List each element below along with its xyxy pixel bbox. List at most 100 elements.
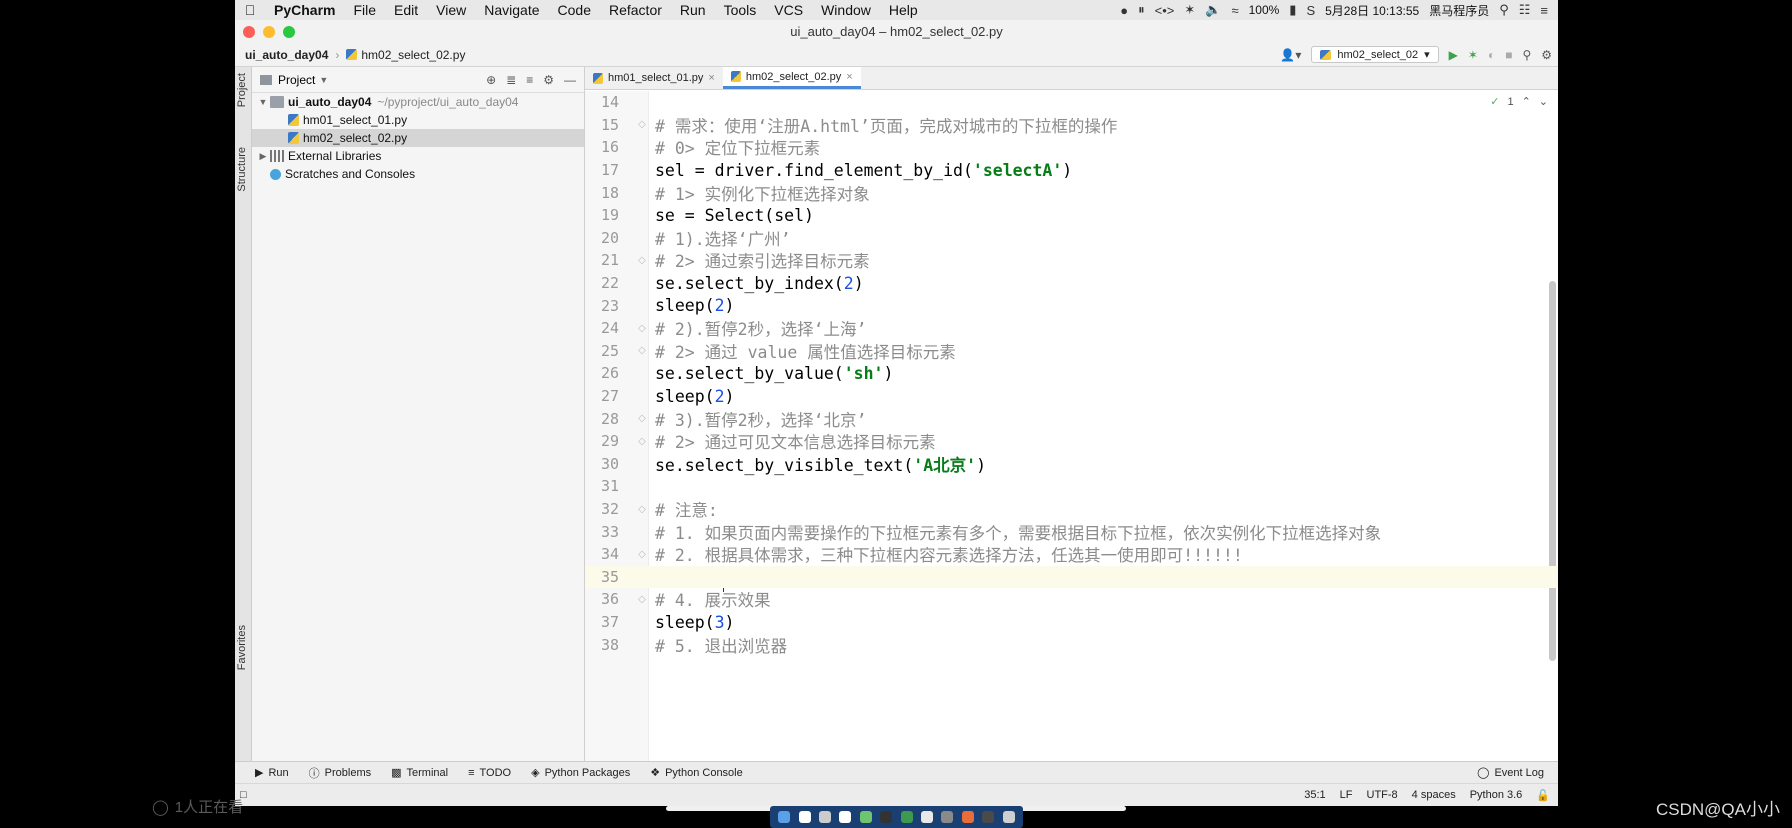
event-log-button[interactable]: ◯ Event Log [1477,766,1558,780]
tree-file-selected[interactable]: hm02_select_02.py [252,129,584,147]
volume-icon[interactable]: 🔈 [1205,2,1221,18]
menu-file[interactable]: File [344,2,385,18]
code-line[interactable]: 29 ◇ # 2> 通过可见文本信息选择目标元素 [585,430,1558,453]
breadcrumb-file[interactable]: hm02_select_02.py [361,48,465,62]
stop-icon[interactable]: ■ [1505,48,1512,62]
wifi-icon[interactable]: ≈ [1231,3,1238,18]
fold-marker-icon[interactable]: ◇ [635,345,649,356]
collapse-all-icon[interactable]: ≡ [526,73,533,87]
problems-tool-button[interactable]: ⓘ Problems [299,765,381,781]
code-line[interactable]: 16 # 0> 定位下拉框元素 [585,136,1558,159]
app-icon[interactable] [982,811,995,823]
record-icon[interactable]: ● [1120,3,1128,18]
spotlight-icon[interactable]: ⚲ [1499,2,1509,18]
tree-file[interactable]: hm01_select_01.py [252,111,584,129]
user-icon[interactable]: 👤▾ [1280,48,1301,62]
fold-marker-icon[interactable]: ◇ [635,504,649,515]
file-encoding[interactable]: UTF-8 [1367,789,1398,801]
code-line[interactable]: 33 # 1. 如果页面内需要操作的下拉框元素有多个，需要根据目标下拉框，依次实例… [585,520,1558,543]
apple-icon[interactable]:  [235,2,265,18]
notification-icon[interactable]: ≡ [1540,3,1548,18]
menu-refactor[interactable]: Refactor [600,2,671,18]
code-line[interactable]: 19 se = Select(sel) [585,204,1558,227]
app-icon[interactable] [819,811,832,823]
fold-marker-icon[interactable]: ◇ [635,594,649,605]
project-tool-tab[interactable]: Project [236,73,248,107]
caret-position[interactable]: 35:1 [1304,789,1325,801]
menu-view[interactable]: View [427,2,475,18]
fold-marker-icon[interactable]: ◇ [635,413,649,424]
lock-icon[interactable]: 🔓 [1536,789,1550,802]
expand-all-icon[interactable]: ≣ [506,73,516,87]
code-line[interactable]: 31 [585,475,1558,498]
code-line[interactable]: 36 ◇ # 4. 展示效果 [585,588,1558,611]
menu-vcs[interactable]: VCS [765,2,812,18]
code-line[interactable]: 14 [585,91,1558,114]
menu-app-name[interactable]: PyCharm [265,2,344,18]
favorites-tool-tab[interactable]: Favorites [236,625,248,670]
pause-icon[interactable]: ⏸ [1138,2,1145,18]
close-tab-icon[interactable]: × [846,71,852,83]
expand-arrow-icon[interactable]: ▼ [256,97,270,107]
editor-tab-active[interactable]: hm02_select_02.py × [722,67,861,89]
code-line[interactable]: 22 se.select_by_index(2) [585,272,1558,295]
collapse-arrow-icon[interactable]: ▶ [256,151,270,162]
app-icon[interactable] [798,811,811,823]
fold-marker-icon[interactable]: ◇ [635,255,649,266]
locate-icon[interactable]: ⊕ [486,73,496,87]
code-line[interactable]: 15 ◇ # 需求：使用‘注册A.html’页面，完成对城市的下拉框的操作 [585,114,1558,137]
menu-tools[interactable]: Tools [715,2,766,18]
line-separator[interactable]: LF [1340,789,1353,801]
search-icon[interactable]: ⚲ [1522,48,1531,62]
code-line[interactable]: 21 ◇ # 2> 通过索引选择目标元素 [585,249,1558,272]
tree-external-libraries[interactable]: ▶ External Libraries [252,147,584,165]
code-line[interactable]: 28 ◇ # 3).暂停2秒，选择‘北京’ [585,407,1558,430]
clock[interactable]: 5月28日 10:13:55 [1325,2,1419,19]
hide-panel-icon[interactable]: — [564,73,576,87]
menu-navigate[interactable]: Navigate [475,2,548,18]
terminal-app-icon[interactable] [880,811,893,823]
menu-help[interactable]: Help [880,2,927,18]
code-area[interactable]: ✓ 1 ⌃ ⌄ 14 15 ◇ # 需求：使用‘注册A.html’页面，完成对城市的下… [585,91,1558,761]
todo-tool-button[interactable]: ≡ TODO [458,767,521,779]
network-icon[interactable]: ✶ [1184,2,1195,18]
app-icon[interactable] [941,811,954,823]
tree-root[interactable]: ▼ ui_auto_day04 ~/pyproject/ui_auto_day0… [252,93,584,111]
editor-tab[interactable]: hm01_select_01.py × [585,67,723,89]
code-line[interactable]: 20 # 1).选择‘广州’ [585,227,1558,250]
gear-icon[interactable]: ⚙ [543,73,554,87]
code-line[interactable]: 27 sleep(2) [585,385,1558,408]
app-icon[interactable] [921,811,934,823]
battery-icon[interactable]: ▮ [1289,2,1296,18]
fold-marker-icon[interactable]: ◇ [635,436,649,447]
project-view-select[interactable]: Project [278,73,315,87]
coverage-icon[interactable]: ◐ [1488,48,1495,62]
code-line[interactable]: 23 sleep(2) [585,294,1558,317]
menu-code[interactable]: Code [549,2,600,18]
code-line[interactable]: 32 ◇ # 注意: [585,498,1558,521]
code-line[interactable]: 18 # 1> 实例化下拉框选择对象 [585,181,1558,204]
menu-run[interactable]: Run [671,2,715,18]
run-config-select[interactable]: hm02_select_02 ▾ [1311,46,1439,63]
pycharm-app-icon[interactable] [900,811,913,823]
code-line[interactable]: 25 ◇ # 2> 通过 value 属性值选择目标元素 [585,340,1558,363]
indent-setting[interactable]: 4 spaces [1412,789,1456,801]
python-console-tool-button[interactable]: ❖ Python Console [640,766,753,780]
code-line[interactable]: 17 sel = driver.find_element_by_id('selec… [585,159,1558,182]
app-icon[interactable] [839,811,852,823]
fold-marker-icon[interactable]: ◇ [635,549,649,560]
finder-icon[interactable] [778,811,791,823]
python-packages-tool-button[interactable]: ◈ Python Packages [521,766,640,780]
debug-icon[interactable]: ✶ [1468,48,1478,62]
code-line[interactable]: 30 se.select_by_visible_text('A北京') [585,453,1558,476]
menu-edit[interactable]: Edit [385,2,427,18]
code-line[interactable]: 24 ◇ # 2).暂停2秒，选择‘上海’ [585,317,1558,340]
input-method-icon[interactable]: S [1306,3,1315,18]
run-tool-button[interactable]: ▶ Run [245,766,299,780]
breadcrumb-project[interactable]: ui_auto_day04 [245,48,328,62]
python-interpreter[interactable]: Python 3.6 [1470,789,1523,801]
settings-icon[interactable]: ⚙ [1541,48,1552,62]
user-name[interactable]: 黑马程序员 [1429,2,1489,19]
close-tab-icon[interactable]: × [708,72,714,84]
app-icon[interactable] [961,811,974,823]
